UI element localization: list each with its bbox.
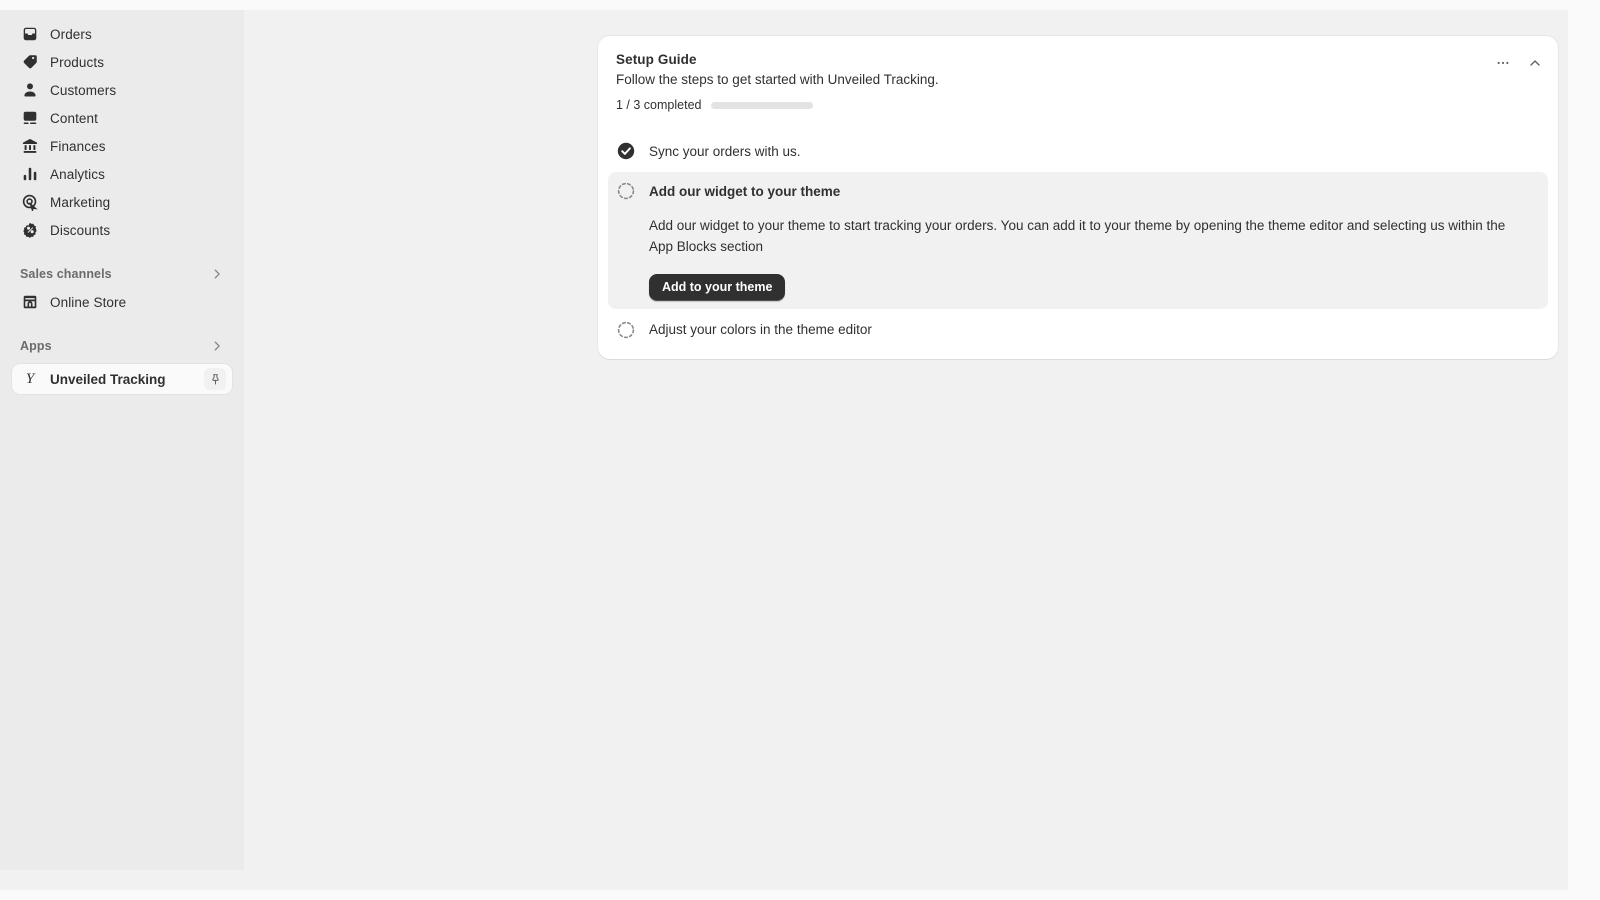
sidebar-item-label: Orders bbox=[50, 26, 92, 42]
sidebar-item-label: Discounts bbox=[50, 222, 111, 238]
sidebar-item-discounts[interactable]: Discounts bbox=[12, 216, 232, 244]
setup-steps-list: Sync your orders with us. Add our widget… bbox=[608, 132, 1548, 349]
sidebar-section-apps[interactable]: Apps bbox=[12, 332, 232, 360]
sidebar-section-label: Sales channels bbox=[20, 267, 112, 281]
top-strip bbox=[0, 0, 1600, 10]
card-actions bbox=[1490, 50, 1548, 76]
sidebar-item-customers[interactable]: Customers bbox=[12, 76, 232, 104]
right-gutter bbox=[1568, 10, 1600, 890]
sales-channels-list: Online Store bbox=[0, 288, 244, 316]
setup-step-incomplete[interactable]: Adjust your colors in the theme editor bbox=[608, 311, 1548, 349]
sidebar-item-products[interactable]: Products bbox=[12, 48, 232, 76]
dashed-circle-icon bbox=[616, 181, 636, 201]
page-title: Setup Guide bbox=[616, 52, 697, 67]
sidebar-item-analytics[interactable]: Analytics bbox=[12, 160, 232, 188]
sidebar-item-label: Finances bbox=[50, 138, 106, 154]
tag-icon bbox=[20, 52, 40, 72]
step-description: Add our widget to your theme to start tr… bbox=[649, 218, 1506, 254]
sidebar-item-finances[interactable]: Finances bbox=[12, 132, 232, 160]
sidebar-item-label: Products bbox=[50, 54, 105, 70]
bar-chart-icon bbox=[20, 164, 40, 184]
unveiled-tracking-logo-icon: Y bbox=[25, 370, 35, 387]
setup-guide-card: Setup Guide Follow the steps to get star… bbox=[598, 36, 1558, 359]
sidebar-section-label: Apps bbox=[20, 339, 52, 353]
bank-icon bbox=[20, 136, 40, 156]
sidebar-item-label: Unveiled Tracking bbox=[50, 371, 166, 387]
primary-nav: Orders Products Customers Content Financ… bbox=[0, 20, 244, 244]
check-circle-icon bbox=[616, 141, 636, 161]
step-header[interactable]: Adjust your colors in the theme editor bbox=[616, 319, 1540, 341]
content-icon bbox=[20, 108, 40, 128]
app-item-left: Y Unveiled Tracking bbox=[20, 369, 166, 389]
progress-row: 1 / 3 completed bbox=[616, 98, 1540, 112]
sidebar-item-label: Customers bbox=[50, 82, 117, 98]
target-icon bbox=[20, 192, 40, 212]
card-header: Setup Guide Follow the steps to get star… bbox=[608, 50, 1548, 87]
card-subtitle: Follow the steps to get started with Unv… bbox=[616, 72, 939, 87]
pin-icon[interactable] bbox=[204, 368, 226, 390]
step-label: Sync your orders with us. bbox=[649, 143, 801, 159]
sidebar-item-orders[interactable]: Orders bbox=[12, 20, 232, 48]
step-header[interactable]: Add our widget to your theme bbox=[616, 180, 1540, 202]
sidebar-item-online-store[interactable]: Online Store bbox=[12, 288, 232, 316]
sidebar-item-marketing[interactable]: Marketing bbox=[12, 188, 232, 216]
sidebar-item-content[interactable]: Content bbox=[12, 104, 232, 132]
sidebar-divider-1 bbox=[0, 244, 244, 260]
bottom-strip bbox=[0, 890, 1600, 900]
step-header[interactable]: Sync your orders with us. bbox=[616, 140, 1540, 162]
sidebar-item-label: Online Store bbox=[50, 294, 127, 310]
app-root: Orders Products Customers Content Financ… bbox=[0, 0, 1600, 900]
sidebar-item-label: Marketing bbox=[50, 194, 111, 210]
sidebar: Orders Products Customers Content Financ… bbox=[0, 10, 244, 870]
chevron-right-icon bbox=[210, 339, 224, 353]
chevron-right-icon bbox=[210, 267, 224, 281]
ellipsis-icon[interactable] bbox=[1490, 50, 1516, 76]
add-to-your-theme-button[interactable]: Add to your theme bbox=[649, 273, 786, 301]
dashed-circle-icon bbox=[616, 320, 636, 340]
orders-icon bbox=[20, 24, 40, 44]
chevron-up-icon[interactable] bbox=[1522, 50, 1548, 76]
sidebar-divider-2 bbox=[0, 316, 244, 332]
setup-step-completed[interactable]: Sync your orders with us. bbox=[608, 132, 1548, 170]
step-label: Adjust your colors in the theme editor bbox=[649, 322, 872, 338]
progress-label: 1 / 3 completed bbox=[616, 98, 702, 112]
progress-bar bbox=[711, 101, 814, 109]
sidebar-section-sales-channels[interactable]: Sales channels bbox=[12, 260, 232, 288]
sidebar-item-unveiled-tracking[interactable]: Y Unveiled Tracking bbox=[12, 364, 232, 394]
sidebar-item-label: Analytics bbox=[50, 166, 105, 182]
sidebar-item-label: Content bbox=[50, 110, 98, 126]
discount-icon bbox=[20, 220, 40, 240]
setup-step-active[interactable]: Add our widget to your theme Add our wid… bbox=[608, 172, 1548, 309]
step-label: Add our widget to your theme bbox=[649, 183, 841, 199]
person-icon bbox=[20, 80, 40, 100]
storefront-icon bbox=[20, 292, 40, 312]
step-body: Add our widget to your theme to start tr… bbox=[649, 216, 1540, 301]
